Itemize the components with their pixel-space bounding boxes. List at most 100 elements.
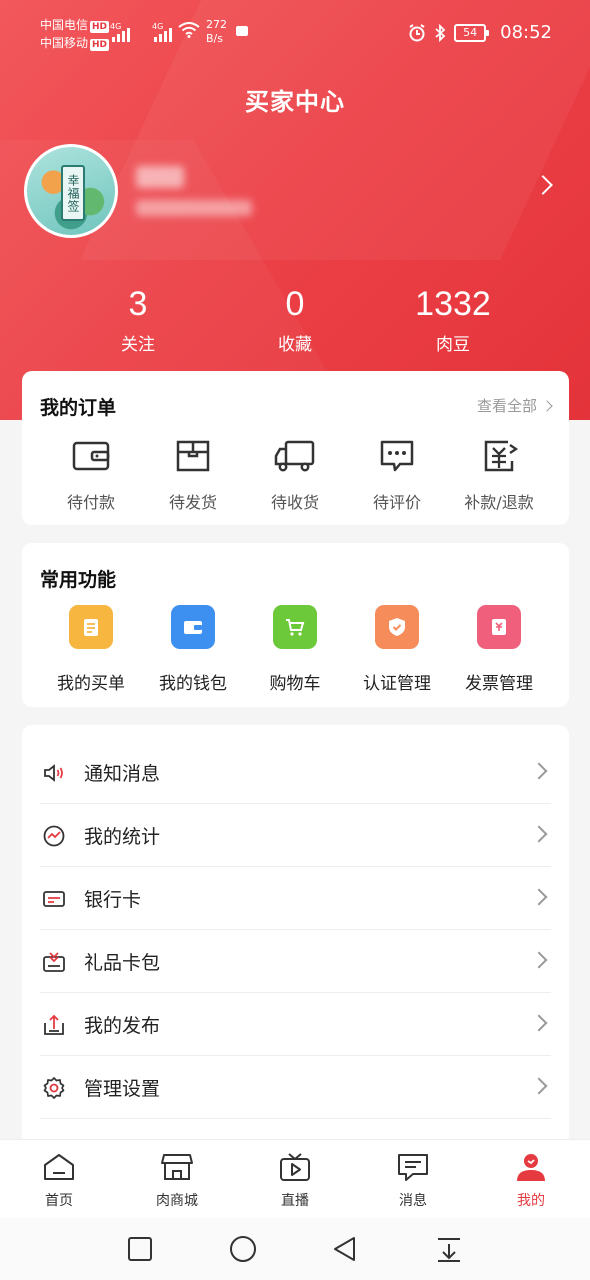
function-my-wallet[interactable]: 我的钱包 [142,605,244,694]
function-verification[interactable]: 认证管理 [346,605,448,694]
cart-icon [273,605,317,649]
chevron-right-icon [530,1014,548,1032]
orders-card: 我的订单 查看全部 待付款 待发货 待收货 待评价 补款/退款 [22,371,569,525]
menu-item-statistics[interactable]: 我的统计 [40,804,551,867]
menu-label: 礼品卡包 [84,952,161,974]
home-icon [44,1154,74,1180]
recents-icon[interactable] [125,1234,155,1264]
avatar-text: 幸福签 [61,165,85,221]
chevron-right-icon [530,762,548,780]
tab-messages[interactable]: 消息 [354,1140,472,1218]
menu-item-my-posts[interactable]: 我的发布 [40,993,551,1056]
phone-blurred [136,200,252,216]
functions-title: 常用功能 [40,569,117,591]
order-pending-payment[interactable]: 待付款 [40,439,142,513]
signal-icon: 4G [152,22,172,42]
home-button-icon[interactable] [228,1234,258,1264]
functions-card: 常用功能 我的买单 我的钱包 购物车 认证管理 发票管理 [22,543,569,707]
stat-value: 1332 [415,285,491,323]
function-label: 购物车 [269,674,321,694]
menu-label: 管理设置 [84,1078,161,1100]
order-label: 待发货 [168,493,217,512]
menu-label: 通知消息 [84,763,161,785]
order-label: 待评价 [372,493,421,512]
signal-icons: 4G 4G [110,22,172,42]
profile-icon [517,1154,545,1181]
truck-icon [274,440,315,472]
function-my-bill[interactable]: 我的买单 [40,605,142,694]
tab-label: 消息 [399,1193,427,1209]
tab-label: 我的 [517,1193,545,1209]
package-icon [176,440,210,472]
comment-icon [380,440,414,472]
carrier-info: 中国电信 HD 中国移动 HD [40,16,110,52]
live-tv-icon [280,1153,310,1181]
notification-drawer-icon[interactable] [434,1234,464,1264]
order-pending-review[interactable]: 待评价 [346,439,448,513]
menu-item-gift-cards[interactable]: 礼品卡包 [40,930,551,993]
clock: 08:52 [500,22,552,43]
refund-icon [484,440,519,472]
battery-icon: 54 [454,23,490,42]
functions-row: 我的买单 我的钱包 购物车 认证管理 发票管理 [22,605,569,694]
speaker-icon [44,764,63,782]
page-title: 买家中心 [245,88,345,116]
bluetooth-icon [435,23,446,42]
network-speed: 272 B/s [206,18,227,45]
function-label: 我的钱包 [159,674,227,694]
message-icon [398,1154,428,1181]
view-all-orders-link[interactable]: 查看全部 [477,395,553,416]
status-bar: 中国电信 HD 中国移动 HD 4G 4G 272 B/s 54 08:52 [0,0,590,66]
hd-badge: HD [90,39,110,51]
menu-item-settings[interactable]: 管理设置 [40,1056,551,1119]
order-refund[interactable]: 补款/退款 [448,439,550,513]
menu-item-bank-card[interactable]: 银行卡 [40,867,551,930]
orders-row: 待付款 待发货 待收货 待评价 补款/退款 [22,439,569,513]
tab-meat-mall[interactable]: 肉商城 [118,1140,236,1218]
carrier-telecom: 中国电信 [40,18,89,32]
menu-label: 银行卡 [84,889,142,911]
wallet-icon [171,605,215,649]
function-invoice[interactable]: 发票管理 [448,605,550,694]
invoice-icon [477,605,521,649]
profile-row[interactable]: 幸福签 [24,144,566,240]
menu-label: 我的统计 [84,826,161,848]
order-pending-shipment[interactable]: 待发货 [142,439,244,513]
stat-meat-beans[interactable]: 1332 肉豆 [393,282,513,355]
alarm-icon [409,23,425,41]
function-shopping-cart[interactable]: 购物车 [244,605,346,694]
order-label: 补款/退款 [464,493,534,512]
hd-badge: HD [90,21,110,33]
bank-card-icon [43,891,65,907]
chevron-right-icon [530,951,548,969]
settings-icon [43,1077,65,1099]
wifi-icon [178,22,200,38]
bottom-tab-bar: 首页 肉商城 直播 消息 我的 [0,1140,590,1218]
stat-label: 肉豆 [436,335,470,355]
avatar[interactable]: 幸福签 [24,144,118,238]
orders-title: 我的订单 [40,397,117,419]
system-nav-bar [0,1218,590,1280]
chevron-right-icon[interactable] [533,175,553,195]
shield-icon [375,605,419,649]
tab-mine[interactable]: 我的 [472,1140,590,1218]
chevron-right-icon [530,825,548,843]
stat-value: 3 [128,285,148,323]
stats-icon [43,825,65,847]
stat-value: 0 [285,285,305,323]
order-pending-receipt[interactable]: 待收货 [244,439,346,513]
menu-card: 通知消息 我的统计 银行卡 礼品卡包 我的发布 管理设置 [22,725,569,1145]
menu-label: 我的发布 [84,1015,161,1037]
bill-icon [69,605,113,649]
tab-live[interactable]: 直播 [236,1140,354,1218]
tab-home[interactable]: 首页 [0,1140,118,1218]
stat-favorites[interactable]: 0 收藏 [245,282,345,355]
signal-icon: 4G [110,22,130,42]
stat-following[interactable]: 3 关注 [88,282,188,355]
chevron-right-icon [541,399,553,412]
back-icon[interactable] [330,1234,360,1264]
gift-card-icon [43,952,65,972]
carrier-mobile: 中国移动 [40,36,89,50]
stat-label: 收藏 [278,335,312,355]
menu-item-notifications[interactable]: 通知消息 [40,741,551,804]
